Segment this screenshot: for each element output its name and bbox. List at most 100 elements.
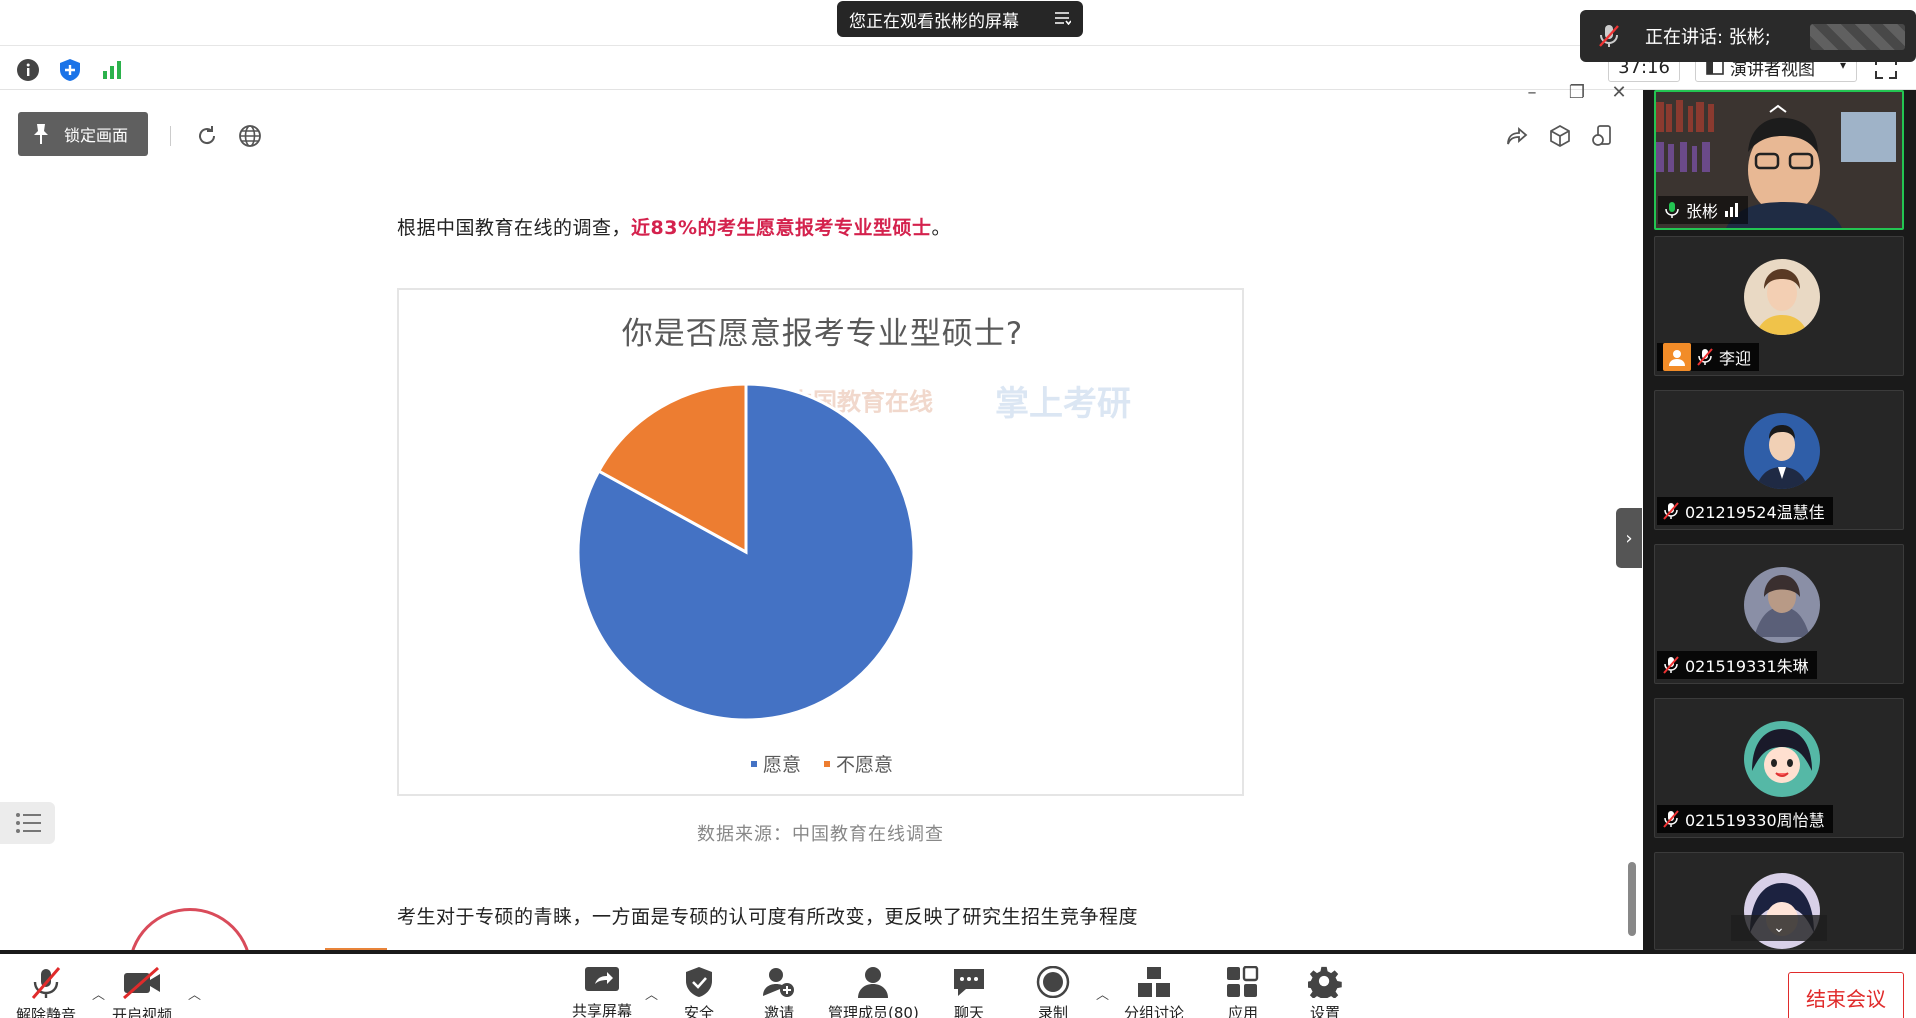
participant-tile[interactable]: 021519331朱琳 (1654, 544, 1904, 684)
list-icon (15, 813, 41, 833)
chart-caption: 数据来源：中国教育在线调查 (697, 824, 944, 845)
unmute-label: 解除静音 (16, 1006, 77, 1018)
blurred-region (1810, 24, 1905, 50)
speaking-indicator: 正在讲话: 张彬; (1580, 10, 1916, 62)
unmute-button[interactable]: 解除静音 (16, 966, 76, 1018)
scrollbar[interactable] (1628, 862, 1636, 936)
apps-label: 应用 (1227, 1004, 1258, 1018)
pie-chart-figure: 你是否愿意报考专业型硕士? 中国教育在线 掌上考研 愿意 不愿意 (397, 288, 1244, 796)
invite-label: 邀请 (763, 1004, 794, 1018)
participant-tile[interactable]: 021519330周怡慧 (1654, 698, 1904, 838)
intro-prefix: 根据中国教育在线的调查， (397, 217, 632, 239)
legend-item-yes: 愿意 (751, 750, 801, 777)
pie-chart (576, 382, 916, 722)
participant-name-tag: 021219524温慧佳 (1657, 497, 1833, 525)
participant-name-tag: 李迎 (1657, 343, 1760, 371)
participant-tile[interactable]: ⌄ (1654, 852, 1904, 950)
gear-icon (1308, 966, 1342, 998)
security-label: 安全 (684, 1004, 715, 1018)
record-button[interactable]: 录制 (1036, 966, 1070, 1018)
chevron-up-icon[interactable]: ︿ (645, 984, 658, 1003)
invite-user-icon (763, 968, 794, 997)
chat-label: 聊天 (953, 1004, 984, 1018)
video-button[interactable]: 开启视频 (112, 966, 172, 1018)
lock-screen-label: 锁定画面 (64, 126, 129, 145)
separator (170, 126, 171, 146)
participant-tile[interactable]: 李迎 (1654, 236, 1904, 376)
menu-icon[interactable] (1055, 11, 1071, 25)
avatar (1744, 567, 1820, 643)
shield-icon[interactable] (56, 56, 84, 84)
viewing-screen-pill[interactable]: 您正在观看张彬的屏幕 (837, 1, 1083, 37)
manage-members-button[interactable]: 管理成员(80) (828, 966, 919, 1018)
apps-button[interactable]: 应用 (1226, 966, 1260, 1018)
muted-mic-icon (1663, 810, 1679, 828)
muted-mic-icon (1697, 348, 1713, 366)
outline-button[interactable] (0, 802, 55, 844)
device-icon[interactable] (1590, 124, 1614, 148)
participant-name-tag: 张彬 (1658, 196, 1749, 224)
breakout-button[interactable]: 分组讨论 (1124, 966, 1184, 1018)
minimize-icon[interactable]: – (1523, 84, 1541, 102)
muted-mic-icon (31, 967, 61, 999)
apps-icon (1227, 966, 1259, 997)
chat-bubble-icon (954, 969, 984, 996)
legend-swatch-yes (751, 760, 757, 767)
muted-mic-icon (1599, 25, 1619, 47)
breakout-rooms-icon (1138, 967, 1170, 997)
meeting-window: 您正在观看张彬的屏幕 37:16 演讲者视图 ▾ 正在讲话: 张彬; – ❐ ✕… (0, 0, 1916, 1018)
participant-name: 021219524温慧佳 (1685, 503, 1825, 522)
share-screen-button[interactable]: 共享屏幕 (572, 966, 632, 1018)
bottom-toolbar: 解除静音 ︿ 开启视频 ︿ 共享屏幕 ︿ 安全 邀请 管理成员(80) 聊天 录… (0, 950, 1916, 1018)
security-shield-icon (686, 967, 712, 997)
globe-icon[interactable] (238, 124, 262, 148)
collapse-gallery-button[interactable]: › (1616, 508, 1642, 568)
security-button[interactable]: 安全 (684, 966, 714, 1018)
share-arrow-icon[interactable] (1505, 124, 1529, 148)
participant-tile-active[interactable]: 张彬 (1654, 90, 1904, 230)
lock-screen-button[interactable]: 锁定画面 (18, 112, 148, 156)
signal-icon (1725, 203, 1739, 217)
participant-tile[interactable]: 021219524温慧佳 (1654, 390, 1904, 530)
intro-suffix: 。 (931, 217, 952, 239)
chat-button[interactable]: 聊天 (952, 966, 986, 1018)
chevron-up-icon[interactable]: ︿ (188, 984, 201, 1003)
cube-icon[interactable] (1548, 124, 1572, 148)
restore-icon[interactable]: ❐ (1568, 84, 1586, 102)
chevron-up-icon[interactable]: ︿ (1096, 984, 1109, 1003)
video-off-icon (123, 966, 160, 1000)
pin-icon (34, 124, 48, 144)
legend-label-no: 不愿意 (836, 754, 894, 776)
host-icon (1663, 343, 1691, 371)
invite-button[interactable]: 邀请 (762, 966, 796, 1018)
participant-name-tag: 021519331朱琳 (1657, 651, 1817, 679)
participant-name: 021519331朱琳 (1685, 657, 1809, 676)
muted-mic-icon (1663, 502, 1679, 520)
muted-mic-icon (1663, 656, 1679, 674)
avatar (1744, 259, 1820, 335)
refresh-icon[interactable] (195, 124, 219, 148)
intro-paragraph: 根据中国教育在线的调查，近83%的考生愿意报考专业型硕士。 (397, 213, 951, 240)
chevron-up-icon[interactable]: ︿ (92, 984, 105, 1003)
close-icon[interactable]: ✕ (1610, 84, 1628, 102)
speaking-text: 正在讲话: 张彬; (1645, 27, 1771, 48)
participant-name: 李迎 (1719, 349, 1752, 368)
participant-gallery: 张彬 李迎 021219524温慧佳 021519331朱琳 021519330… (1643, 90, 1916, 950)
intro-highlight: 近83%的考生愿意报考专业型硕士 (631, 217, 932, 239)
signal-strength-icon[interactable] (98, 56, 126, 84)
share-screen-label: 共享屏幕 (572, 1002, 633, 1018)
participant-name-tag: 021519330周怡慧 (1657, 805, 1833, 833)
settings-button[interactable]: 设置 (1308, 966, 1342, 1018)
participant-name: 张彬 (1686, 202, 1719, 221)
participant-name: 021519330周怡慧 (1685, 811, 1825, 830)
video-label: 开启视频 (112, 1006, 173, 1018)
members-icon (858, 967, 889, 998)
legend-item-no: 不愿意 (824, 750, 893, 777)
meeting-info-icon[interactable] (14, 56, 42, 84)
scroll-down-icon[interactable]: ⌄ (1731, 915, 1827, 941)
legend-label-yes: 愿意 (763, 754, 802, 776)
record-icon (1036, 966, 1070, 998)
end-meeting-button[interactable]: 结束会议 (1788, 972, 1904, 1018)
share-screen-icon (585, 967, 619, 991)
viewing-screen-text: 您正在观看张彬的屏幕 (849, 11, 1019, 32)
